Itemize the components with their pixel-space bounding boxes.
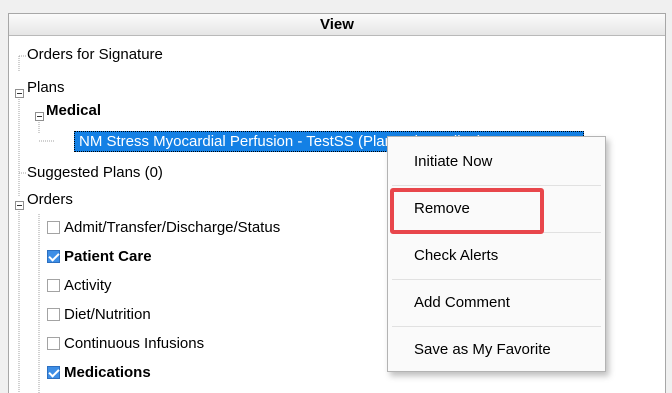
tree-item-orders[interactable]: Orders (27, 189, 73, 211)
tree-item-category[interactable]: Diet/Nutrition (47, 304, 151, 326)
tree-item-orders-for-signature[interactable]: Orders for Signature (27, 44, 163, 66)
checkbox[interactable] (47, 337, 60, 350)
checkbox-checked[interactable] (47, 250, 60, 263)
menu-item-initiate-now[interactable]: Initiate Now (388, 139, 605, 185)
tree-item-suggested-plans[interactable]: Suggested Plans (0) (27, 162, 163, 184)
tree-item-medical[interactable]: Medical (46, 100, 101, 122)
menu-item-save-as-favorite[interactable]: Save as My Favorite (388, 327, 605, 373)
collapse-icon[interactable] (15, 201, 24, 210)
context-menu: Initiate Now Remove Check Alerts Add Com… (387, 136, 606, 372)
collapse-icon[interactable] (35, 112, 44, 121)
remove-highlight-box (390, 188, 544, 234)
tree-item-category[interactable]: Admit/Transfer/Discharge/Status (47, 217, 280, 239)
checkbox[interactable] (47, 279, 60, 292)
checkbox-checked[interactable] (47, 366, 60, 379)
tree-item-category[interactable]: Medications (47, 362, 151, 384)
tree-item-category[interactable]: Continuous Infusions (47, 333, 204, 355)
menu-item-add-comment[interactable]: Add Comment (388, 280, 605, 326)
menu-item-check-alerts[interactable]: Check Alerts (388, 233, 605, 279)
tree-item-category[interactable]: Activity (47, 275, 112, 297)
checkbox[interactable] (47, 308, 60, 321)
collapse-icon[interactable] (15, 89, 24, 98)
tree-item-plans[interactable]: Plans (27, 77, 65, 99)
checkbox[interactable] (47, 221, 60, 234)
tree-item-category[interactable]: Patient Care (47, 246, 152, 268)
